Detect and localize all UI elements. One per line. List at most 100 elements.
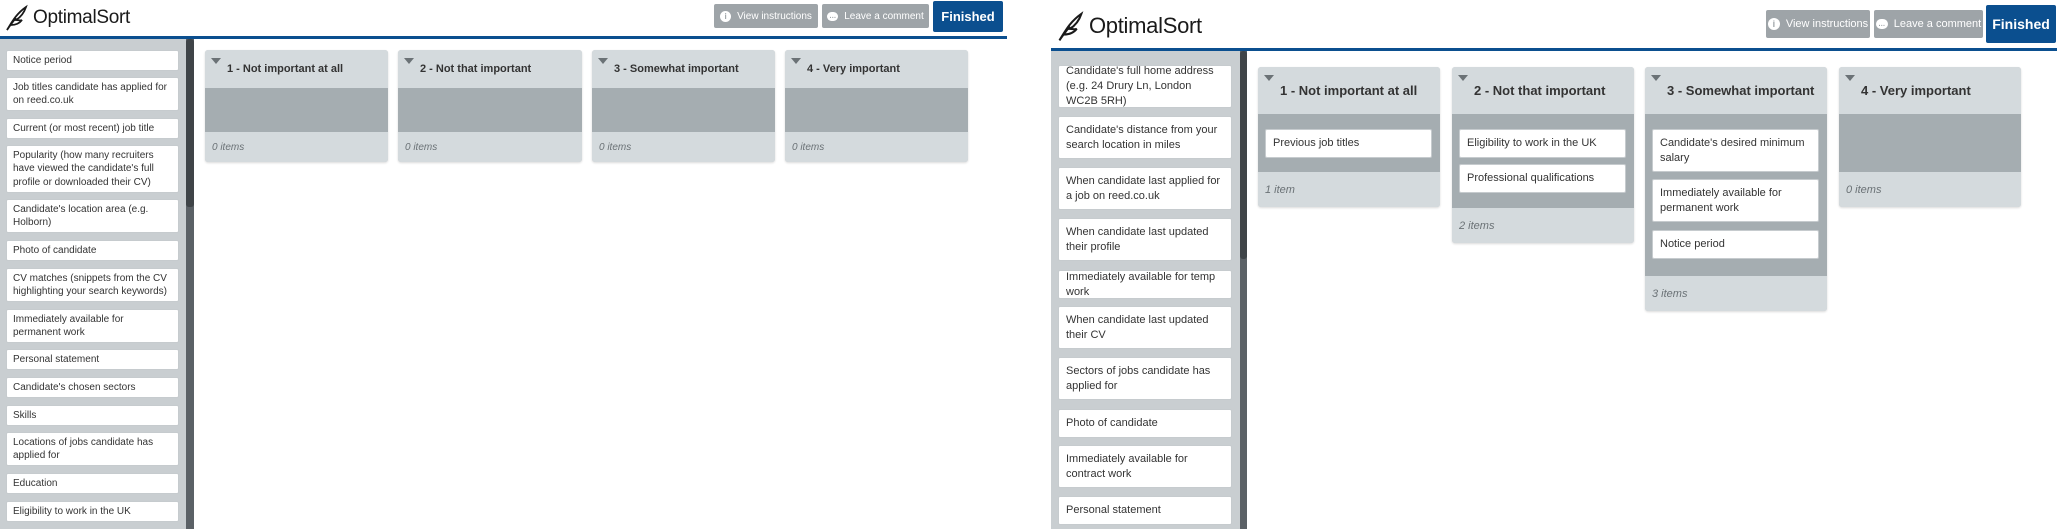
card[interactable]: Eligibility to work in the UK xyxy=(6,501,179,522)
category-count-label: 0 items xyxy=(212,141,245,153)
category-count: 0 items xyxy=(785,132,968,162)
card[interactable]: Job titles candidate has applied for on … xyxy=(6,77,179,111)
card[interactable]: Photo of candidate xyxy=(6,240,179,261)
category-count-label: 0 items xyxy=(405,141,438,153)
category-title: 3 - Somewhat important xyxy=(1667,83,1815,98)
category-count: 2 items xyxy=(1452,208,1634,243)
category-3[interactable]: 3 - Somewhat important 0 items xyxy=(592,50,775,162)
category-count: 0 items xyxy=(398,132,582,162)
drop-zone[interactable] xyxy=(785,88,968,132)
card-label: Skills xyxy=(13,409,37,421)
category-count-label: 0 items xyxy=(792,141,825,153)
category-count: 1 item xyxy=(1258,172,1440,207)
logo: OptimalSort xyxy=(4,3,130,33)
card[interactable]: When candidate last updated their CV xyxy=(1058,306,1232,349)
right-screenshot: OptimalSort i View instructions … Leave … xyxy=(1051,0,2057,529)
card[interactable]: Immediately available for temp work xyxy=(1058,270,1232,299)
feather-logo-icon xyxy=(4,4,30,32)
card[interactable]: Candidate's distance from your search lo… xyxy=(1058,116,1232,159)
card[interactable]: Notice period xyxy=(6,50,179,71)
card-label: Immediately available for temp work xyxy=(1066,270,1216,298)
card[interactable]: Immediately available for contract work xyxy=(1058,445,1232,488)
card-label: Eligibility to work in the UK xyxy=(1467,137,1597,150)
card-label: When candidate last applied for a job on… xyxy=(1066,174,1221,202)
finished-button[interactable]: Finished xyxy=(1986,5,2056,43)
card[interactable]: Candidate's full home address (e.g. 24 D… xyxy=(1058,65,1232,108)
card-label: Immediately available for permanent work xyxy=(13,313,124,339)
category-count: 0 items xyxy=(592,132,775,162)
category-count: 0 items xyxy=(205,132,388,162)
card-label: Candidate's chosen sectors xyxy=(13,381,136,393)
collapse-triangle-icon[interactable] xyxy=(1458,75,1468,81)
collapse-triangle-icon[interactable] xyxy=(404,58,414,64)
leave-comment-button[interactable]: … Leave a comment xyxy=(1874,10,1983,38)
card[interactable]: Locations of jobs candidate has applied … xyxy=(6,432,179,466)
collapse-triangle-icon[interactable] xyxy=(1651,75,1661,81)
card-label: Candidate's desired minimum salary xyxy=(1660,136,1805,164)
sorted-card[interactable]: Immediately available for permanent work xyxy=(1652,179,1819,222)
collapse-triangle-icon[interactable] xyxy=(598,58,608,64)
category-header: 1 - Not important at all xyxy=(1258,67,1440,114)
category-header: 2 - Not that important xyxy=(398,50,582,88)
logo: OptimalSort xyxy=(1056,8,1202,44)
category-1[interactable]: 1 - Not important at all 0 items xyxy=(205,50,388,162)
category-header: 2 - Not that important xyxy=(1452,67,1634,114)
card[interactable]: Candidate's chosen sectors xyxy=(6,377,179,398)
card[interactable]: CV matches (snippets from the CV highlig… xyxy=(6,268,179,302)
drop-zone[interactable] xyxy=(592,88,775,132)
card[interactable]: Sectors of jobs candidate has applied fo… xyxy=(1058,357,1232,400)
card[interactable]: When candidate last applied for a job on… xyxy=(1058,167,1232,210)
collapse-triangle-icon[interactable] xyxy=(1264,75,1274,81)
collapse-triangle-icon[interactable] xyxy=(791,58,801,64)
card-label: Notice period xyxy=(1660,238,1725,251)
category-2[interactable]: 2 - Not that important Eligibility to wo… xyxy=(1452,67,1634,243)
card[interactable]: Photo of candidate xyxy=(1058,409,1232,438)
card-label: Immediately available for permanent work xyxy=(1660,186,1782,214)
category-title: 4 - Very important xyxy=(807,63,900,75)
card[interactable]: Current (or most recent) job title xyxy=(6,118,179,139)
card[interactable]: Popularity (how many recruiters have vie… xyxy=(6,145,179,193)
category-4[interactable]: 4 - Very important 0 items xyxy=(1839,67,2021,207)
category-count-label: 3 items xyxy=(1652,287,1688,300)
leave-comment-label: Leave a comment xyxy=(1893,18,1982,30)
drop-zone[interactable] xyxy=(1839,114,2021,172)
collapse-triangle-icon[interactable] xyxy=(1845,75,1855,81)
leave-comment-button[interactable]: … Leave a comment xyxy=(822,4,929,28)
feather-logo-icon xyxy=(1056,10,1086,43)
category-header: 1 - Not important at all xyxy=(205,50,388,88)
drop-zone[interactable] xyxy=(205,88,388,132)
sidebar-scroll-thumb[interactable] xyxy=(1240,51,1247,259)
category-header: 3 - Somewhat important xyxy=(592,50,775,88)
logo-text: OptimalSort xyxy=(33,7,131,28)
category-header: 4 - Very important xyxy=(785,50,968,88)
sorted-card[interactable]: Professional qualifications xyxy=(1459,164,1626,193)
card[interactable]: Candidate's location area (e.g. Holborn) xyxy=(6,199,179,233)
category-title: 2 - Not that important xyxy=(420,63,532,75)
card[interactable]: Immediately available for permanent work xyxy=(6,309,179,343)
category-3[interactable]: 3 - Somewhat important Candidate's desir… xyxy=(1645,67,1827,311)
view-instructions-button[interactable]: i View instructions xyxy=(1766,10,1870,38)
finished-label: Finished xyxy=(1992,16,2050,32)
card[interactable]: When candidate last updated their profil… xyxy=(1058,218,1232,261)
sorted-card[interactable]: Eligibility to work in the UK xyxy=(1459,129,1626,158)
drop-zone[interactable] xyxy=(398,88,582,132)
category-2[interactable]: 2 - Not that important 0 items xyxy=(398,50,582,162)
info-icon: i xyxy=(1767,18,1780,30)
category-1[interactable]: 1 - Not important at all Previous job ti… xyxy=(1258,67,1440,207)
sorted-card[interactable]: Notice period xyxy=(1652,230,1819,259)
sorted-card[interactable]: Candidate's desired minimum salary xyxy=(1652,129,1819,172)
card[interactable]: Personal statement xyxy=(1058,496,1232,525)
category-4[interactable]: 4 - Very important 0 items xyxy=(785,50,968,162)
view-instructions-button[interactable]: i View instructions xyxy=(714,4,818,28)
card[interactable]: Skills xyxy=(6,405,179,426)
card[interactable]: Personal statement xyxy=(6,349,179,370)
sidebar-scroll-thumb[interactable] xyxy=(186,39,194,207)
header: OptimalSort i View instructions … Leave … xyxy=(1051,0,2057,51)
sorted-card[interactable]: Previous job titles xyxy=(1265,129,1432,158)
left-screenshot: OptimalSort i View instructions … Leave … xyxy=(0,0,1007,529)
collapse-triangle-icon[interactable] xyxy=(211,58,221,64)
category-count-label: 0 items xyxy=(599,141,632,153)
card[interactable]: Education xyxy=(6,473,179,494)
finished-button[interactable]: Finished xyxy=(933,1,1003,32)
card-label: Personal statement xyxy=(1066,504,1161,517)
